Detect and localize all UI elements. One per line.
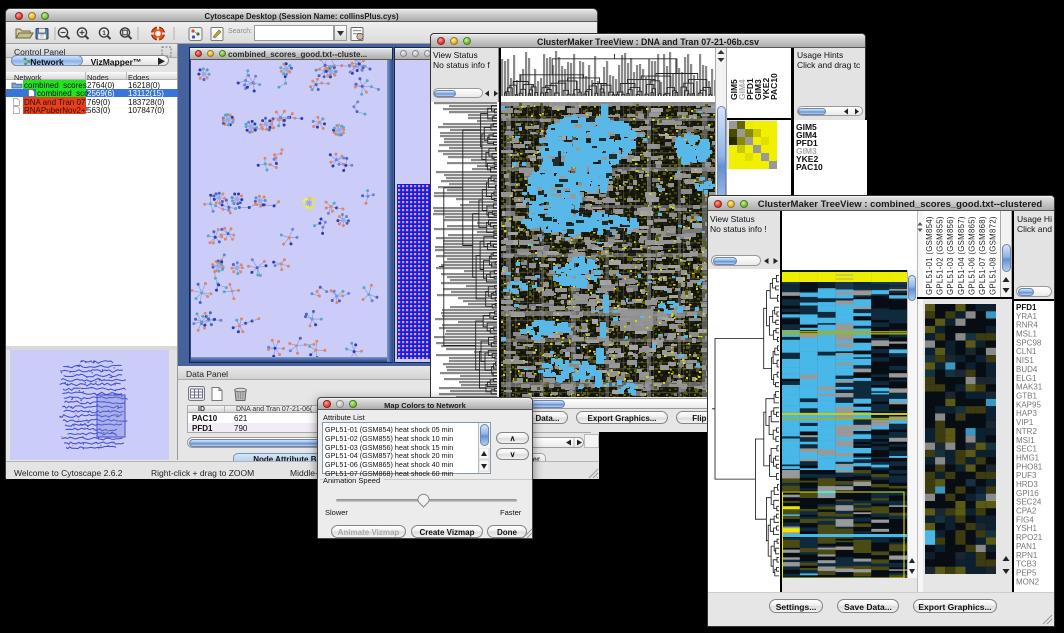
svg-text:GPL51-02 (GSM855): GPL51-02 (GSM855) xyxy=(936,216,945,295)
svg-text:NIS1: NIS1 xyxy=(1016,356,1034,365)
svg-text:PAN1: PAN1 xyxy=(1016,542,1037,551)
svg-text:RPO21: RPO21 xyxy=(1016,533,1043,542)
svg-text:PHO81: PHO81 xyxy=(1016,462,1043,471)
svg-text:GPL51-06 (GSM865): GPL51-06 (GSM865) xyxy=(967,216,976,295)
svg-text:GPL51-04 (GSM857): GPL51-04 (GSM857) xyxy=(957,216,966,295)
svg-text:MAK31: MAK31 xyxy=(1016,383,1043,392)
svg-text:TCB3: TCB3 xyxy=(1016,560,1037,569)
svg-text:RPN1: RPN1 xyxy=(1016,551,1038,560)
svg-text:GTB1: GTB1 xyxy=(1016,392,1037,401)
svg-text:GPL51-07 (GSM868): GPL51-07 (GSM868) xyxy=(978,216,987,295)
svg-text:GPL51-03 (GSM856): GPL51-03 (GSM856) xyxy=(946,216,955,295)
svg-text:YRA1: YRA1 xyxy=(1016,312,1037,321)
svg-text:YSH1: YSH1 xyxy=(1016,524,1037,533)
svg-text:MSI1: MSI1 xyxy=(1016,436,1035,445)
svg-text:FIG4: FIG4 xyxy=(1016,515,1034,524)
svg-text:HAP3: HAP3 xyxy=(1016,409,1037,418)
svg-text:GPI16: GPI16 xyxy=(1016,489,1039,498)
svg-text:SEC1: SEC1 xyxy=(1016,445,1037,454)
svg-text:PUF3: PUF3 xyxy=(1016,471,1037,480)
svg-text:ELG1: ELG1 xyxy=(1016,374,1037,383)
svg-text:PEP5: PEP5 xyxy=(1016,569,1037,578)
svg-text:NTR2: NTR2 xyxy=(1016,427,1037,436)
svg-text:GPL51-08 (GSM872): GPL51-08 (GSM872) xyxy=(989,216,998,295)
svg-text:PAC10: PAC10 xyxy=(769,73,779,100)
svg-text:HMG1: HMG1 xyxy=(1016,453,1040,462)
svg-text:VIP1: VIP1 xyxy=(1016,418,1034,427)
svg-text:KAP95: KAP95 xyxy=(1016,400,1041,409)
svg-text:CPA2: CPA2 xyxy=(1016,507,1037,516)
svg-text:1: 1 xyxy=(102,30,106,37)
svg-text:CLN1: CLN1 xyxy=(1016,347,1037,356)
svg-text:RNR4: RNR4 xyxy=(1016,321,1038,330)
svg-text:MON2: MON2 xyxy=(1016,577,1040,586)
svg-text:BUD4: BUD4 xyxy=(1016,365,1038,374)
svg-text:PFD1: PFD1 xyxy=(1016,303,1037,312)
svg-text:SEC24: SEC24 xyxy=(1016,498,1042,507)
svg-text:SPC98: SPC98 xyxy=(1016,338,1042,347)
svg-text:HRD3: HRD3 xyxy=(1016,480,1038,489)
svg-text:MSL1: MSL1 xyxy=(1016,330,1037,339)
svg-text:GPL51-01 (GSM854): GPL51-01 (GSM854) xyxy=(925,216,934,295)
